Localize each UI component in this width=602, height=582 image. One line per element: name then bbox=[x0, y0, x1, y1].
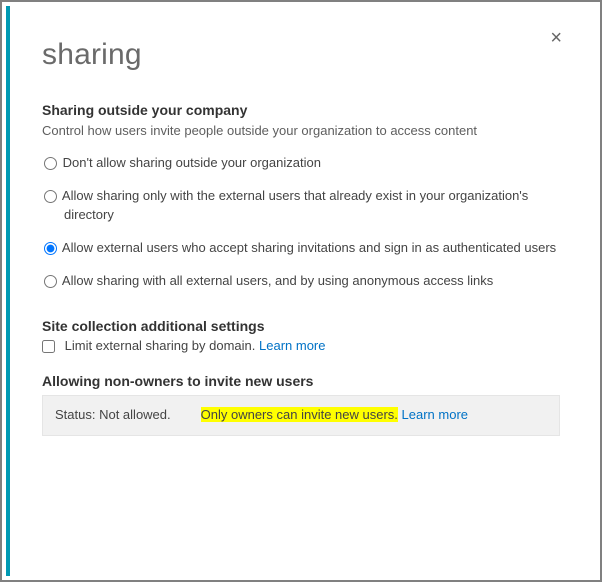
panel-title: sharing bbox=[42, 38, 564, 72]
sharing-option-row: Don't allow sharing outside your organiz… bbox=[64, 154, 560, 173]
sharing-option-0-label: Don't allow sharing outside your organiz… bbox=[63, 155, 321, 170]
close-button[interactable]: × bbox=[550, 28, 562, 48]
sharing-outside-heading: Sharing outside your company bbox=[42, 102, 560, 118]
sharing-option-2-label: Allow external users who accept sharing … bbox=[62, 240, 556, 255]
scroll-area[interactable]: Sharing outside your company Control how… bbox=[42, 98, 572, 568]
limit-domain-row: Limit external sharing by domain. Learn … bbox=[42, 338, 560, 353]
limit-domain-checkbox[interactable] bbox=[42, 340, 55, 353]
sharing-option-1-radio[interactable] bbox=[44, 190, 57, 203]
sharing-option-2-radio[interactable] bbox=[44, 242, 57, 255]
accent-bar bbox=[6, 6, 10, 576]
nonowners-section: Allowing non-owners to invite new users … bbox=[42, 373, 560, 435]
status-left: Status: Not allowed. bbox=[55, 406, 171, 424]
sharing-option-row: Allow sharing with all external users, a… bbox=[64, 272, 560, 291]
sharing-option-row: Allow external users who accept sharing … bbox=[64, 239, 560, 258]
sharing-outside-desc: Control how users invite people outside … bbox=[42, 122, 560, 140]
status-right: Only owners can invite new users. Learn … bbox=[201, 406, 468, 424]
sharing-option-3-radio[interactable] bbox=[44, 275, 57, 288]
sharing-option-0-radio[interactable] bbox=[44, 157, 57, 170]
additional-settings-heading: Site collection additional settings bbox=[42, 318, 560, 334]
limit-domain-label: Limit external sharing by domain. bbox=[65, 338, 256, 353]
status-value: Not allowed. bbox=[99, 407, 171, 422]
additional-settings-section: Site collection additional settings Limi… bbox=[42, 318, 560, 353]
sharing-option-1-label: Allow sharing only with the external use… bbox=[62, 188, 528, 222]
dialog-outer: × sharing Sharing outside your company C… bbox=[2, 2, 600, 580]
limit-domain-learn-more-link[interactable]: Learn more bbox=[259, 338, 325, 353]
nonowners-learn-more-link[interactable]: Learn more bbox=[402, 407, 468, 422]
sharing-option-3-label: Allow sharing with all external users, a… bbox=[62, 273, 493, 288]
nonowners-heading: Allowing non-owners to invite new users bbox=[42, 373, 560, 389]
sharing-panel: × sharing Sharing outside your company C… bbox=[14, 6, 592, 576]
status-label: Status: bbox=[55, 407, 95, 422]
sharing-option-row: Allow sharing only with the external use… bbox=[64, 187, 560, 225]
owners-only-text: Only owners can invite new users. bbox=[201, 407, 398, 422]
nonowners-status-box: Status: Not allowed. Only owners can inv… bbox=[42, 395, 560, 435]
spacer bbox=[42, 436, 560, 448]
